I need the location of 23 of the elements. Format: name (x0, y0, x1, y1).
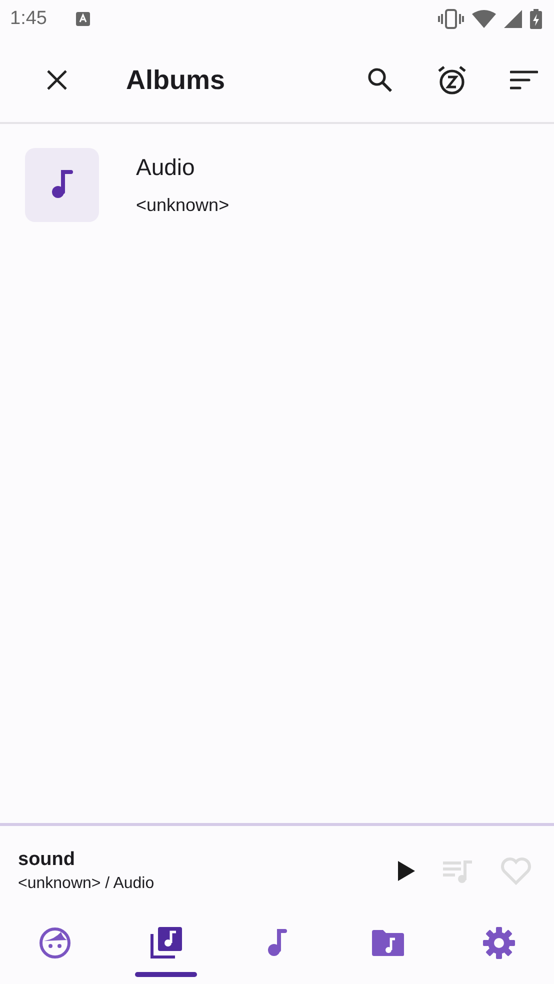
album-title[interactable]: Audio (136, 154, 230, 181)
album-library-icon (149, 926, 184, 960)
keyboard-notification-icon (74, 11, 91, 27)
status-time: 1:45 (10, 8, 47, 30)
search-icon (366, 66, 394, 94)
alarm-clock-icon (436, 64, 468, 96)
settings-icon (482, 927, 515, 959)
heart-icon (500, 857, 532, 885)
playlist-icon (442, 858, 474, 884)
music-note-icon (266, 928, 288, 958)
sort-icon (510, 70, 538, 90)
album-artist: <unknown> (136, 195, 230, 216)
song-subtitle: <unknown> / Audio (18, 875, 156, 893)
music-folder-icon (370, 929, 405, 957)
signal-icon (504, 10, 522, 28)
toolbar-title: Albums (126, 64, 226, 96)
face-icon (39, 927, 72, 959)
wifi-icon (472, 10, 496, 28)
vibrate-icon (438, 9, 464, 29)
close-icon (46, 69, 68, 91)
song-title: sound (18, 849, 76, 871)
play-icon (396, 860, 416, 882)
battery-icon (530, 9, 542, 29)
